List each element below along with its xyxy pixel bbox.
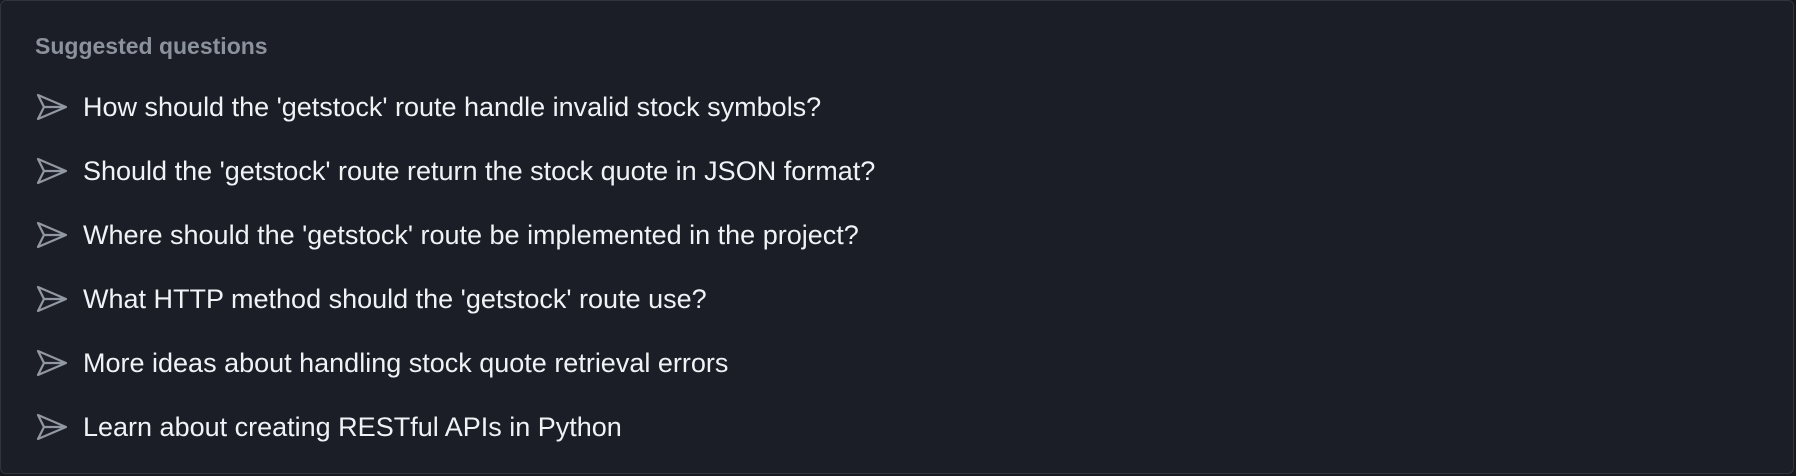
suggestion-label: Where should the 'getstock' route be imp… [83,220,859,250]
suggestion-item[interactable]: Learn about creating RESTful APIs in Pyt… [1,395,1793,459]
suggestion-list: How should the 'getstock' route handle i… [1,75,1793,459]
suggestion-label: Should the 'getstock' route return the s… [83,156,876,186]
suggestion-label: What HTTP method should the 'getstock' r… [83,284,707,314]
panel-heading: Suggested questions [35,33,268,59]
send-icon [35,348,69,378]
suggestion-item[interactable]: What HTTP method should the 'getstock' r… [1,267,1793,331]
suggestion-item[interactable]: More ideas about handling stock quote re… [1,331,1793,395]
suggested-questions-panel: Suggested questions How should the 'gets… [0,0,1794,474]
suggestion-label: How should the 'getstock' route handle i… [83,92,822,122]
suggestion-item[interactable]: Where should the 'getstock' route be imp… [1,203,1793,267]
suggestion-label: Learn about creating RESTful APIs in Pyt… [83,412,622,442]
suggestion-item[interactable]: How should the 'getstock' route handle i… [1,75,1793,139]
suggestion-label: More ideas about handling stock quote re… [83,348,729,378]
send-icon [35,156,69,186]
suggestion-item[interactable]: Should the 'getstock' route return the s… [1,139,1793,203]
send-icon [35,220,69,250]
send-icon [35,284,69,314]
send-icon [35,412,69,442]
send-icon [35,92,69,122]
